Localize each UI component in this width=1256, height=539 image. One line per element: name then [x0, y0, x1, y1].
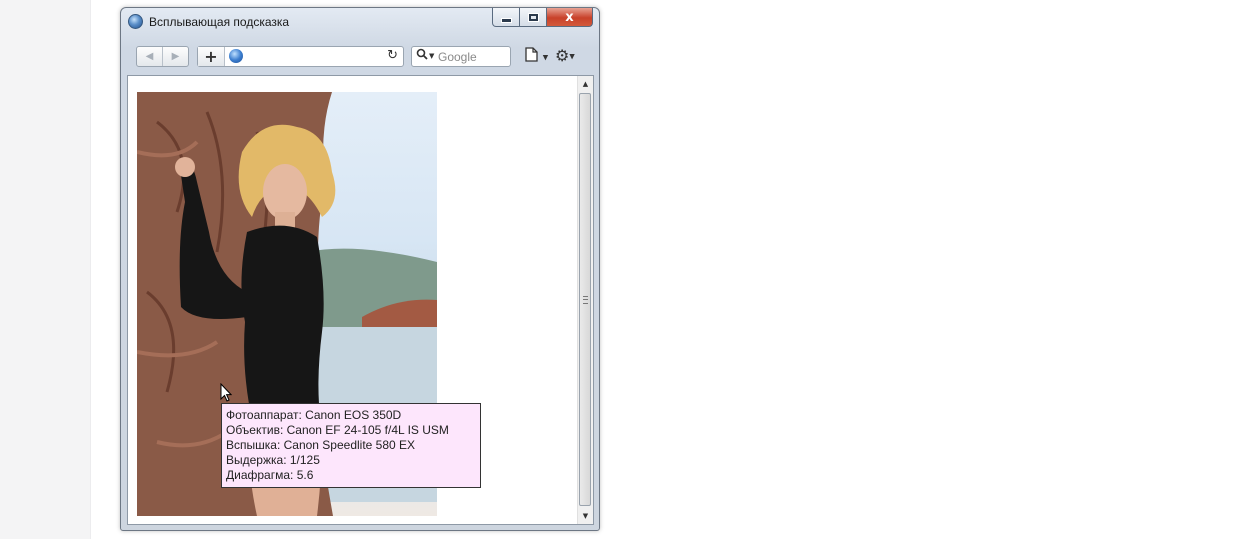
settings-menu-button[interactable]: ⚙▼: [555, 46, 575, 65]
search-icon[interactable]: [416, 48, 428, 63]
scroll-down-button[interactable]: ▼: [578, 508, 593, 524]
scroll-thumb[interactable]: [579, 93, 591, 506]
scroll-up-button[interactable]: ▲: [578, 76, 593, 92]
window-title: Всплывающая подсказка: [149, 15, 290, 29]
forward-button[interactable]: ▶: [162, 47, 188, 66]
tooltip-lens: Объектив: Canon EF 24-105 f/4L IS USM: [226, 423, 449, 437]
page-menu-button[interactable]: ▼: [525, 47, 548, 66]
window-titlebar[interactable]: Всплывающая подсказка x: [121, 8, 599, 36]
mouse-cursor-icon: [220, 383, 232, 402]
image-tooltip: Фотоаппарат: Canon EOS 350D Объектив: Ca…: [221, 403, 481, 488]
browser-window: Всплывающая подсказка x ◀ ▶ + ↻ ▼ Google…: [120, 7, 600, 531]
add-bookmark-button[interactable]: +: [198, 47, 225, 66]
back-button[interactable]: ◀: [137, 47, 162, 66]
left-side-panel: [0, 0, 91, 539]
navigation-buttons: ◀ ▶: [136, 46, 189, 67]
gear-icon: ⚙: [555, 46, 570, 65]
browser-toolbar: ◀ ▶ + ↻ ▼ Google ▼ ⚙▼: [127, 38, 593, 72]
safari-app-icon: [128, 14, 143, 29]
close-button[interactable]: x: [547, 8, 593, 27]
back-arrow-icon: ◀: [145, 51, 154, 62]
maximize-icon: [528, 13, 538, 21]
minimize-button[interactable]: [492, 8, 520, 27]
search-input[interactable]: [438, 48, 506, 65]
page-icon: [525, 47, 538, 62]
close-icon: x: [565, 9, 574, 25]
settings-dropdown-icon: ▼: [569, 52, 575, 61]
maximize-button[interactable]: [520, 8, 547, 27]
vertical-scrollbar[interactable]: ▲ ▼: [577, 76, 593, 524]
globe-icon: [229, 49, 243, 63]
minimize-icon: [500, 17, 512, 23]
page-viewport: Фотоаппарат: Canon EOS 350D Объектив: Ca…: [127, 75, 594, 525]
page-menu-dropdown-icon: ▼: [542, 53, 549, 62]
search-bar[interactable]: ▼: [411, 46, 511, 67]
tooltip-camera: Фотоаппарат: Canon EOS 350D: [226, 408, 402, 422]
tooltip-aperture: Диафрагма: 5.6: [226, 468, 314, 482]
tooltip-shutter: Выдержка: 1/125: [226, 453, 320, 467]
plus-icon: +: [204, 47, 218, 66]
scroll-up-icon: ▲: [582, 80, 589, 88]
thumb-grip-icon: [583, 296, 588, 304]
search-dropdown-icon[interactable]: ▼: [429, 52, 434, 60]
tooltip-flash: Вспышка: Canon Speedlite 580 EX: [226, 438, 416, 452]
magnifier-icon: [416, 48, 428, 60]
scroll-down-icon: ▼: [582, 512, 589, 520]
forward-arrow-icon: ▶: [171, 51, 180, 62]
address-bar[interactable]: + ↻: [197, 46, 404, 67]
reload-icon[interactable]: ↻: [387, 48, 398, 63]
